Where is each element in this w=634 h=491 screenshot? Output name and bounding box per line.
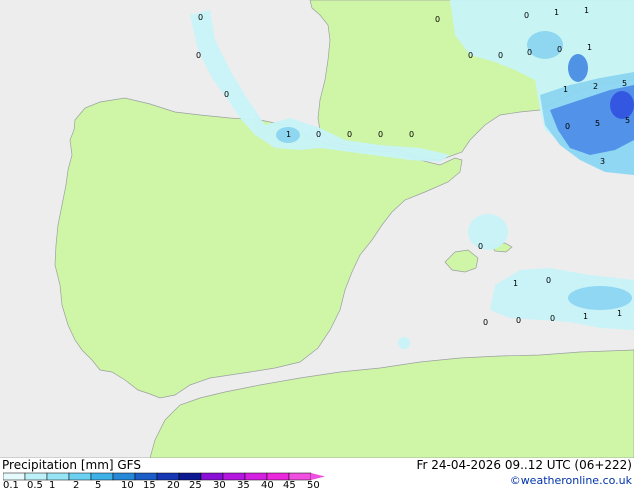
label-alps-3: 1 [584,6,589,15]
legend-tick-label: 15 [143,480,156,491]
legend-tick-label: 1 [49,480,56,491]
legend-swatch [68,472,92,481]
label-france-3: 0 [498,51,503,60]
legend-tick-label: 30 [213,480,226,491]
label-france-2: 0 [468,51,473,60]
label-ligurian-1: 1 [563,85,568,94]
legend-swatch [134,472,158,481]
legend-swatch [266,472,290,481]
footer-bar: Precipitation [mm] GFS Fr 24-04-2026 09.… [0,458,634,491]
legend-swatch [46,472,70,481]
legend-swatch [156,472,180,481]
label-med-4: 1 [583,312,588,321]
precip-alps-core [568,54,588,82]
legend-arrow [311,473,325,480]
legend-swatch [178,472,202,481]
label-alps-6: 1 [587,43,592,52]
legend-tick-label: 5 [95,480,102,491]
label-alps-2: 1 [554,8,559,17]
precip-balearic [468,214,508,250]
label-ligurian-5: 5 [595,119,600,128]
label-ligurian-2: 2 [593,82,598,91]
legend-swatch [222,472,246,481]
legend-swatch [90,472,114,481]
label-alps-4: 0 [527,48,532,57]
label-med-5: 1 [617,309,622,318]
label-balearic-1: 0 [478,242,483,251]
legend-tick-label: 0.5 [27,480,43,491]
legend-tick-label: 25 [189,480,202,491]
label-pyrenees-4: 0 [378,130,383,139]
precip-ligurian-max [610,91,634,119]
legend-tick-label: 0.1 [3,480,19,491]
label-pyrenees-1: 1 [286,130,291,139]
legend-swatch [24,472,48,481]
label-ligurian-6: 5 [625,116,630,125]
legend-tick-label: 40 [261,480,274,491]
legend-swatch [3,472,26,481]
label-balearic-3: 0 [546,276,551,285]
label-ligurian-4: 0 [565,122,570,131]
label-med-1: 0 [483,318,488,327]
label-pyrenees-5: 0 [409,130,414,139]
label-france-1: 0 [435,15,440,24]
precipitation-map: 0 0 0 1 0 0 0 0 0 0 0 0 1 1 0 0 1 1 2 5 … [0,0,634,458]
legend-tick-label: 20 [167,480,180,491]
label-alps-5: 0 [557,45,562,54]
legend-swatch [200,472,224,481]
legend-tick-label: 45 [283,480,296,491]
legend-tick-label: 35 [237,480,250,491]
label-balearic-2: 1 [513,279,518,288]
label-biscay-2: 0 [196,51,201,60]
label-biscay-3: 0 [224,90,229,99]
label-biscay-1: 0 [198,13,203,22]
legend-tick-label: 50 [307,480,320,491]
label-ligurian-7: 3 [600,157,605,166]
credit-link[interactable]: ©weatheronline.co.uk [510,474,632,487]
legend-tick-label: 10 [121,480,134,491]
legend-swatch [244,472,268,481]
valid-time: Fr 24-04-2026 09..12 UTC (06+222) [416,458,632,472]
legend-swatch [112,472,136,481]
precip-med-east-core [568,286,632,310]
precip-med-spot [398,337,410,349]
map-title: Precipitation [mm] GFS [2,458,141,472]
label-pyrenees-3: 0 [347,130,352,139]
label-pyrenees-2: 0 [316,130,321,139]
label-alps-1: 0 [524,11,529,20]
legend-swatch [288,472,312,481]
label-med-3: 0 [550,314,555,323]
legend-tick-label: 2 [73,480,80,491]
label-ligurian-3: 5 [622,79,627,88]
label-med-2: 0 [516,316,521,325]
